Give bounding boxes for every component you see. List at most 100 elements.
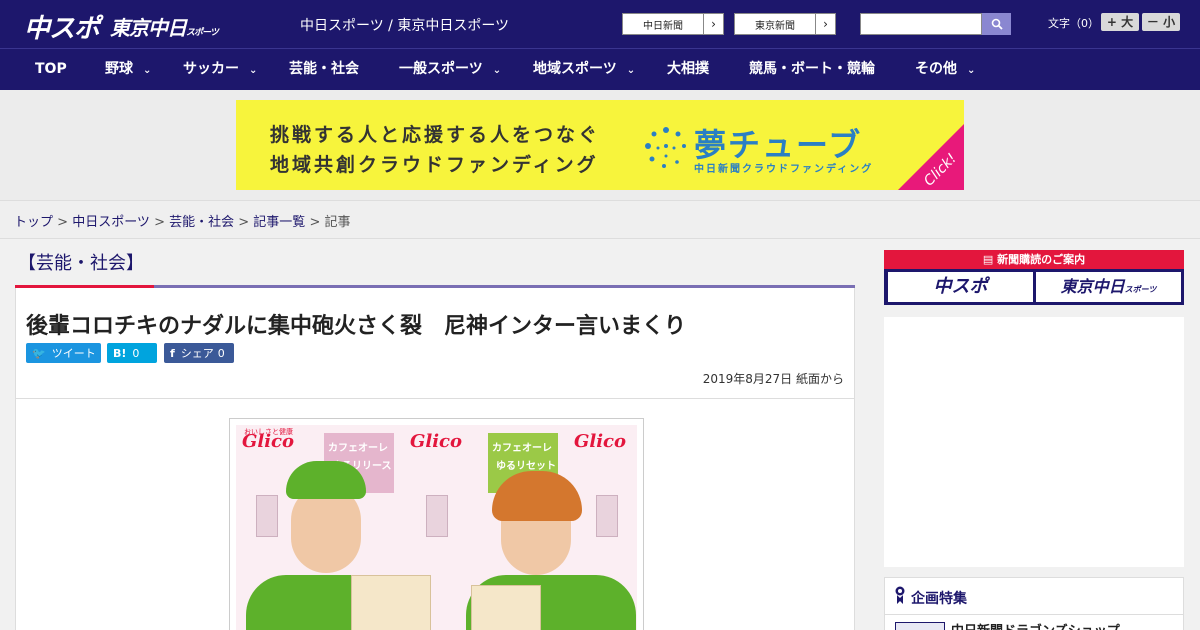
pkg-label: カフェオーレ — [328, 443, 388, 454]
breadcrumb-top[interactable]: トップ — [14, 215, 53, 230]
product-cup — [256, 495, 278, 537]
tokyo-chunichi-logo[interactable]: 東京中日スポーツ — [110, 12, 219, 41]
hatena-b-icon: B! — [113, 346, 127, 360]
chevron-right-icon: › — [703, 14, 723, 34]
breadcrumb-sep: > — [234, 215, 254, 230]
product-bag — [471, 585, 541, 630]
chunichi-shimbun-label: 中日新聞 — [643, 20, 683, 32]
banner-area: 挑戦する人と応援する人をつなぐ 地域共創クラウドファンディング 夢チューブ 中日… — [0, 90, 1200, 200]
chevron-right-icon: › — [815, 14, 835, 34]
nav-item-baseball[interactable]: 野球 ⌄ — [105, 49, 151, 90]
facebook-share-button[interactable]: f シェア 0 — [164, 343, 234, 363]
article-title: 後輩コロチキのナダルに集中砲火さく裂 尼神インター言いまくり — [26, 314, 687, 339]
subscribe-tokyo-chunichi-small: スポーツ — [1124, 285, 1157, 294]
person-left-hat — [286, 461, 366, 499]
chevron-down-icon: ⌄ — [249, 65, 258, 76]
nav-label: 競馬・ボート・競輪 — [749, 61, 875, 77]
banner-line-1: 挑戦する人と応援する人をつなぐ — [270, 124, 601, 146]
breadcrumb-entertainment[interactable]: 芸能・社会 — [169, 215, 234, 230]
nav-item-local-sports[interactable]: 地域スポーツ ⌄ — [533, 49, 635, 90]
breadcrumb-sep: > — [53, 215, 73, 230]
feature-item-dragons-shop[interactable]: 中日新聞ドラゴンズショップ — [951, 620, 1120, 630]
nav-item-top[interactable]: TOP — [35, 49, 67, 90]
chunichi-shimbun-link[interactable]: 中日新聞 › — [622, 13, 724, 35]
hatena-bookmark-button[interactable]: B! 0 — [107, 343, 157, 363]
tokyo-chunichi-logo-small: スポーツ — [186, 28, 219, 38]
award-ribbon-icon — [895, 586, 905, 604]
crowdfunding-banner[interactable]: 挑戦する人と応援する人をつなぐ 地域共創クラウドファンディング 夢チューブ 中日… — [236, 100, 964, 190]
chuspo-logo[interactable]: 中スポ — [24, 8, 100, 45]
breadcrumb-sep: > — [149, 215, 170, 230]
photo-tag: おいしさと健康 — [244, 428, 293, 436]
tokyo-chunichi-logo-text: 東京中日 — [110, 16, 187, 40]
hatena-count: 0 — [132, 346, 140, 360]
ad-slot[interactable] — [884, 317, 1184, 567]
product-cup — [596, 495, 618, 537]
search-button[interactable] — [982, 13, 1011, 35]
subscribe-tokyo-chunichi-button[interactable]: 東京中日スポーツ — [1036, 272, 1181, 302]
subscription-box: ▤ 新聞購読のご案内 中スポ 東京中日スポーツ — [884, 250, 1184, 305]
font-smaller-button[interactable]: － 小 — [1142, 13, 1180, 31]
subscribe-chuspo-button[interactable]: 中スポ — [888, 272, 1033, 302]
font-bigger-button[interactable]: + 大 — [1101, 13, 1139, 31]
dots-logo-icon — [645, 127, 686, 168]
article-panel: 後輩コロチキのナダルに集中砲火さく裂 尼神インター言いまくり 🐦 ツイート B! 0… — [15, 288, 855, 630]
article-divider — [16, 398, 854, 399]
breadcrumb: トップ > 中日スポーツ > 芸能・社会 > 記事一覧 > 記事 — [0, 200, 1200, 239]
photo-backdrop: Glico おいしさと健康 カフェオーレ ゆるリリース Glico カフェオーレ… — [236, 425, 637, 630]
subscription-header: ▤ 新聞購読のご案内 — [884, 250, 1184, 269]
nav-label: 一般スポーツ — [399, 61, 483, 77]
glico-logo: Glico — [410, 431, 463, 452]
tweet-button[interactable]: 🐦 ツイート — [26, 343, 101, 363]
header-title[interactable]: 中日スポーツ / 東京中日スポーツ — [300, 15, 509, 35]
nav-label: 大相撲 — [667, 61, 709, 77]
fb-share-count: 0 — [217, 346, 225, 360]
font-size-label: 文字（0） — [1048, 17, 1099, 30]
chevron-down-icon: ⌄ — [492, 65, 502, 76]
nav-item-racing[interactable]: 競馬・ボート・競輪 — [749, 49, 875, 90]
site-header: 中スポ 東京中日スポーツ 中日スポーツ / 東京中日スポーツ 中日新聞 › 東京… — [0, 0, 1200, 48]
search-input[interactable] — [860, 13, 982, 35]
twitter-bird-icon: 🐦 — [32, 346, 46, 360]
breadcrumb-chunichi-sports[interactable]: 中日スポーツ — [72, 215, 150, 230]
product-cup — [426, 495, 448, 537]
article-date: 2019年8月27日 紙面から — [702, 372, 844, 386]
category-title: 【芸能・社会】 — [18, 253, 144, 274]
breadcrumb-current: 記事 — [324, 215, 351, 230]
tweet-label: ツイート — [51, 347, 96, 360]
breadcrumb-sep: > — [305, 215, 325, 230]
banner-line-2: 地域共創クラウドファンディング — [270, 154, 599, 176]
chevron-down-icon: ⌄ — [626, 65, 636, 76]
facebook-f-icon: f — [170, 346, 175, 360]
nav-label: 地域スポーツ — [533, 61, 617, 77]
feature-box: 企画特集 中日新聞ドラゴンズショップ — [884, 577, 1184, 630]
feature-title: 企画特集 — [911, 591, 967, 607]
nav-item-other[interactable]: その他 ⌄ — [915, 49, 975, 90]
pkg-label: カフェオーレ — [492, 443, 552, 454]
dragons-shop-thumbnail[interactable] — [895, 622, 945, 630]
article-photo[interactable]: Glico おいしさと健康 カフェオーレ ゆるリリース Glico カフェオーレ… — [229, 418, 644, 630]
nav-item-soccer[interactable]: サッカー ⌄ — [183, 49, 257, 90]
pkg-sub: ゆるリセット — [496, 461, 556, 472]
nav-item-entertainment[interactable]: 芸能・社会 — [289, 49, 359, 90]
nav-item-sumo[interactable]: 大相撲 — [667, 49, 709, 90]
newspaper-icon: ▤ — [982, 253, 998, 266]
main-nav: TOP 野球 ⌄ サッカー ⌄ 芸能・社会 一般スポーツ ⌄ 地域スポーツ ⌄ 大相撲 … — [0, 48, 1200, 90]
subscription-header-label: 新聞購読のご案内 — [997, 253, 1086, 266]
nav-label: 芸能・社会 — [289, 61, 359, 77]
nav-label: 野球 — [105, 61, 133, 77]
fb-share-label: シェア — [180, 347, 214, 360]
nav-item-general-sports[interactable]: 一般スポーツ ⌄ — [399, 49, 501, 90]
nav-label: その他 — [915, 61, 957, 77]
banner-brand-sub: 中日新聞クラウドファンディング — [694, 164, 874, 175]
chevron-down-icon: ⌄ — [143, 65, 152, 76]
glico-logo: Glico — [574, 431, 627, 452]
nav-label: サッカー — [183, 61, 239, 77]
tokyo-shimbun-link[interactable]: 東京新聞 › — [734, 13, 836, 35]
breadcrumb-article-list[interactable]: 記事一覧 — [253, 215, 305, 230]
product-bag — [351, 575, 431, 630]
nav-label: TOP — [35, 61, 67, 77]
search-icon — [991, 18, 1003, 30]
subscribe-tokyo-chunichi-label: 東京中日 — [1060, 277, 1125, 296]
feature-divider — [885, 614, 1183, 615]
